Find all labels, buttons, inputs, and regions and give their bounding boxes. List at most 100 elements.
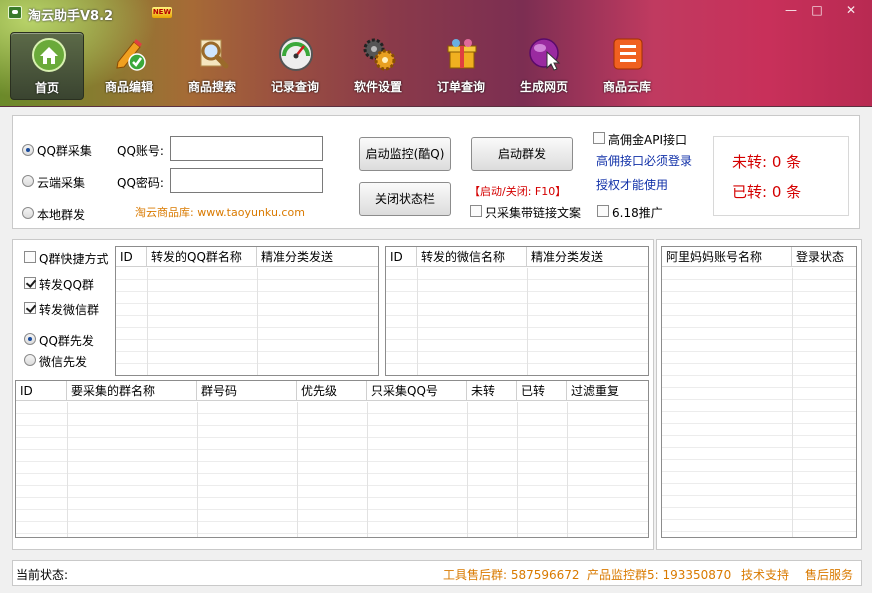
start-group-send-button[interactable]: 启动群发 <box>471 137 573 171</box>
tool-product-cloud[interactable]: 商品云库 <box>590 32 664 100</box>
tool-product-cloud-label: 商品云库 <box>602 80 651 94</box>
high-commission-api-label: 高佣金API接口 <box>608 133 687 147</box>
grid-divider <box>467 402 468 537</box>
col-qq-group-name[interactable]: 转发的QQ群名称 <box>147 247 257 267</box>
col-collect-group-name[interactable]: 要采集的群名称 <box>67 381 197 401</box>
grid-divider <box>792 268 793 537</box>
col-id[interactable]: ID <box>386 247 417 267</box>
col-priority[interactable]: 优先级 <box>297 381 367 401</box>
status-label: 当前状态: <box>16 568 69 582</box>
qq-group-grid[interactable]: ID 转发的QQ群名称 精准分类发送 <box>115 246 379 376</box>
wechat-group-grid-rows[interactable] <box>386 268 648 375</box>
col-id[interactable]: ID <box>16 381 67 401</box>
col-precise-send[interactable]: 精准分类发送 <box>257 247 378 267</box>
col-wechat-name[interactable]: 转发的微信名称 <box>417 247 527 267</box>
grid-divider <box>297 402 298 537</box>
high-commission-api-checkbox[interactable] <box>593 132 605 144</box>
tool-product-edit-label: 商品编辑 <box>104 80 153 94</box>
support-group-link[interactable]: 工具售后群: 587596672 <box>443 566 580 583</box>
hotkey-hint: 【启动/关闭: F10】 <box>469 185 567 198</box>
promo-618-label: 6.18推广 <box>612 206 663 220</box>
radio-wechat-first[interactable] <box>24 354 36 366</box>
gauge-icon <box>279 37 313 71</box>
radio-qq-collect[interactable] <box>22 144 34 156</box>
start-monitor-button[interactable]: 启动监控(酷Q) <box>359 137 451 171</box>
group-panel: Q群快捷方式 转发QQ群 转发微信群 QQ群先发 微信先发 ID 转发的QQ群名… <box>12 239 654 550</box>
count-box: 未转: 0 条 已转: 0 条 <box>713 136 849 216</box>
col-filter-duplicate[interactable]: 过滤重复 <box>567 381 648 401</box>
col-group-number[interactable]: 群号码 <box>197 381 297 401</box>
forward-wechat-checkbox[interactable] <box>24 302 36 314</box>
tool-order-query-label: 订单查询 <box>436 80 485 94</box>
gears-icon <box>363 38 396 71</box>
promo-618-checkbox[interactable] <box>597 205 609 217</box>
qq-password-label: QQ密码: <box>117 176 164 190</box>
tool-record-query[interactable]: 记录查询 <box>258 32 332 100</box>
only-link-label: 只采集带链接文案 <box>485 206 582 220</box>
tool-generate-webpage-label: 生成网页 <box>519 80 568 94</box>
alimama-grid-rows[interactable] <box>662 268 856 537</box>
qq-group-grid-rows[interactable] <box>116 268 378 375</box>
grid-divider <box>147 268 148 375</box>
col-login-status[interactable]: 登录状态 <box>792 247 856 267</box>
col-precise-send[interactable]: 精准分类发送 <box>527 247 648 267</box>
tool-product-search-label: 商品搜索 <box>187 80 236 94</box>
q-shortcut-checkbox[interactable] <box>24 251 36 263</box>
radio-cloud-collect-label: 云端采集 <box>37 176 86 190</box>
taoyunku-link[interactable]: 淘云商品库: www.taoyunku.com <box>135 204 305 220</box>
home-icon <box>32 38 66 72</box>
grid-divider <box>417 268 418 375</box>
control-panel: QQ群采集 云端采集 本地群发 QQ账号: QQ密码: 淘云商品库: www.t… <box>12 115 860 229</box>
app-title: 淘云助手V8.2 <box>28 9 114 24</box>
after-sales-link[interactable]: 售后服务 <box>805 566 853 583</box>
tool-order-query[interactable]: 订单查询 <box>424 32 498 100</box>
alimama-panel: 阿里妈妈账号名称 登录状态 <box>656 239 862 550</box>
radio-qq-first-label: QQ群先发 <box>39 334 94 348</box>
grid-divider <box>197 402 198 537</box>
grid-divider <box>527 268 528 375</box>
only-link-checkbox[interactable] <box>470 205 482 217</box>
tool-record-query-label: 记录查询 <box>270 80 319 94</box>
collect-group-grid-rows[interactable] <box>16 402 648 537</box>
monitor-group-link[interactable]: 产品监控群5: 193350870 <box>587 566 731 583</box>
col-transferred[interactable]: 已转 <box>517 381 567 401</box>
forward-qq-checkbox[interactable] <box>24 277 36 289</box>
radio-cloud-collect[interactable] <box>22 175 34 187</box>
maximize-button[interactable]: □ <box>806 2 828 18</box>
title-bar[interactable]: 淘云助手V8.2 NEW — □ ✕ <box>0 0 872 26</box>
radio-qq-collect-label: QQ群采集 <box>37 144 92 158</box>
qq-account-label: QQ账号: <box>117 144 164 158</box>
tool-software-settings[interactable]: 软件设置 <box>341 32 415 100</box>
tech-support-link[interactable]: 技术支持 <box>741 566 789 583</box>
tool-home-label: 首页 <box>34 81 59 95</box>
qq-account-input[interactable] <box>170 136 323 161</box>
alimama-grid-header: 阿里妈妈账号名称 登录状态 <box>662 247 856 267</box>
close-button[interactable]: ✕ <box>840 2 862 18</box>
collect-group-grid[interactable]: ID 要采集的群名称 群号码 优先级 只采集QQ号 未转 已转 过滤重复 <box>15 380 649 538</box>
col-untransferred[interactable]: 未转 <box>467 381 517 401</box>
grid-divider <box>367 402 368 537</box>
grid-divider <box>67 402 68 537</box>
cloud-db-icon <box>613 38 643 70</box>
tool-home[interactable]: 首页 <box>10 32 84 100</box>
col-alimama-account[interactable]: 阿里妈妈账号名称 <box>662 247 792 267</box>
tool-software-settings-label: 软件设置 <box>353 80 402 94</box>
transferred-count: 已转: 0 条 <box>732 183 802 201</box>
close-status-bar-button[interactable]: 关闭状态栏 <box>359 182 451 216</box>
tool-product-edit[interactable]: 商品编辑 <box>92 32 166 100</box>
forward-wechat-label: 转发微信群 <box>39 303 100 317</box>
gift-icon <box>447 39 477 69</box>
radio-qq-first[interactable] <box>24 333 36 345</box>
alimama-account-grid[interactable]: 阿里妈妈账号名称 登录状态 <box>661 246 857 538</box>
radio-local-send[interactable] <box>22 207 34 219</box>
magnifier-icon <box>200 39 229 69</box>
minimize-button[interactable]: — <box>780 2 802 18</box>
radio-wechat-first-label: 微信先发 <box>39 355 88 369</box>
col-only-qq[interactable]: 只采集QQ号 <box>367 381 467 401</box>
qq-password-input[interactable] <box>170 168 323 193</box>
wechat-group-grid-header: ID 转发的微信名称 精准分类发送 <box>386 247 648 267</box>
wechat-group-grid[interactable]: ID 转发的微信名称 精准分类发送 <box>385 246 649 376</box>
tool-product-search[interactable]: 商品搜索 <box>175 32 249 100</box>
tool-generate-webpage[interactable]: 生成网页 <box>507 32 581 100</box>
col-id[interactable]: ID <box>116 247 147 267</box>
